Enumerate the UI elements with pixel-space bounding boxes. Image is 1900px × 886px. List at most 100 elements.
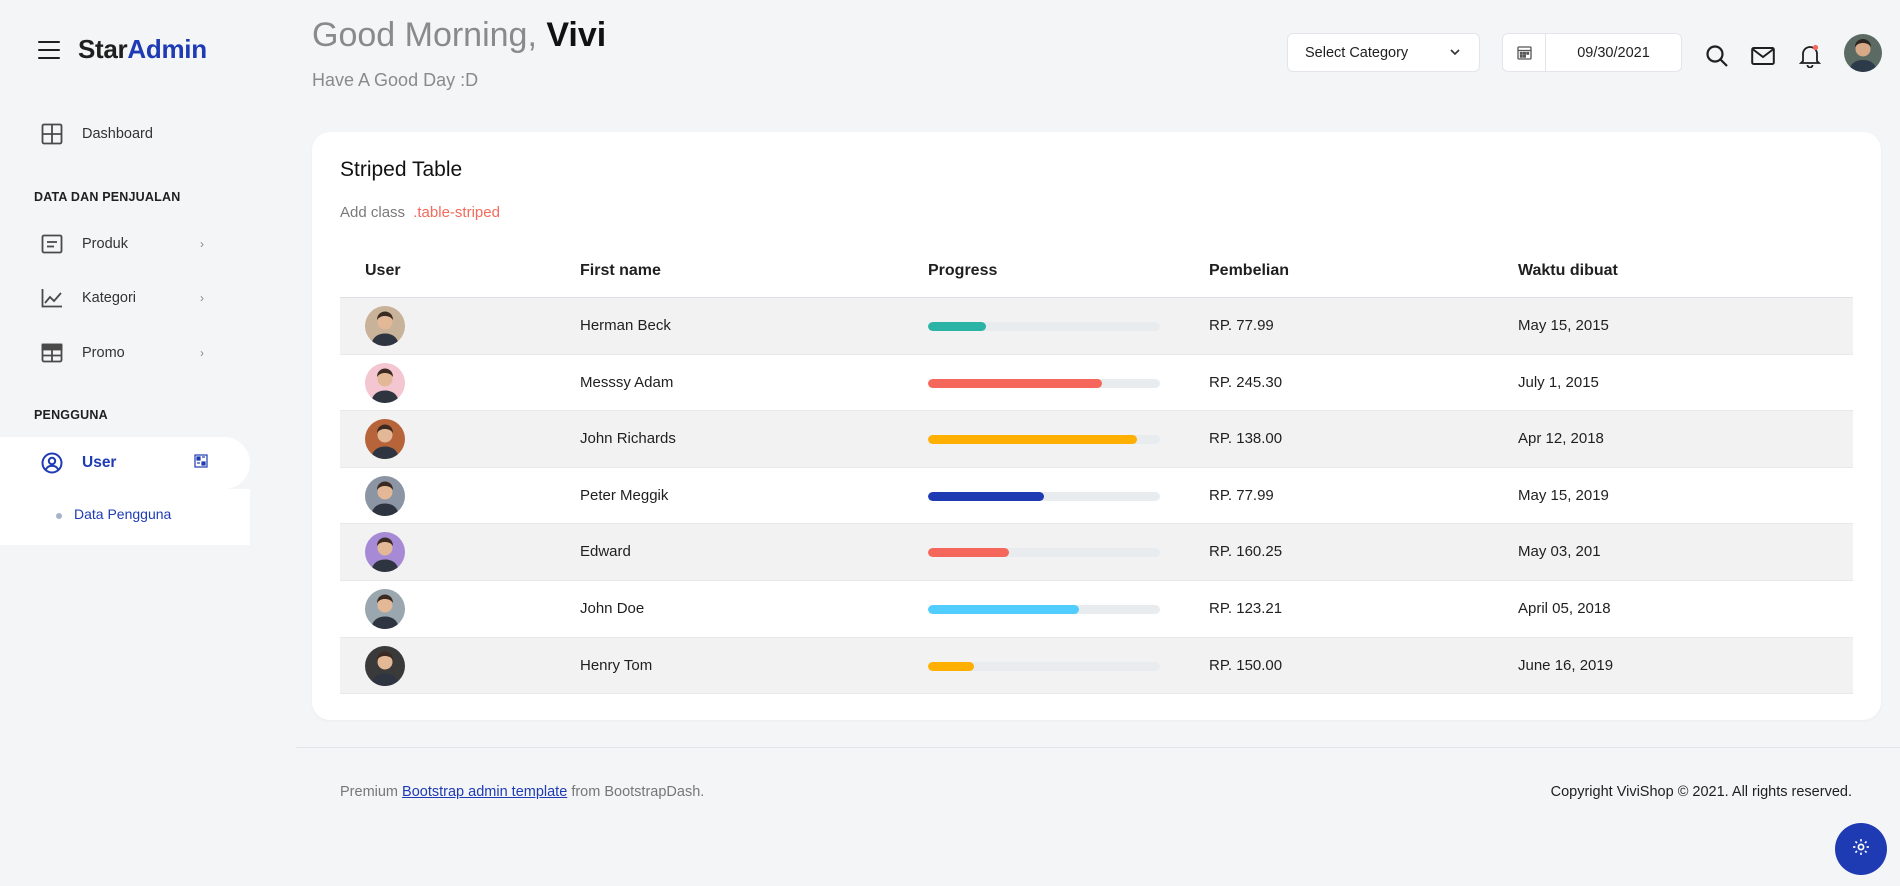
- striped-table-card: Striped Table Add class .table-striped U…: [312, 132, 1881, 720]
- date-picker[interactable]: [1502, 33, 1682, 72]
- header-user: User: [365, 262, 401, 279]
- user-circle-icon: [40, 451, 64, 475]
- header-pembelian: Pembelian: [1209, 262, 1290, 279]
- table-row: Peter Meggik RP. 77.99 May 15, 2019: [340, 468, 1853, 525]
- submenu-item-data-pengguna[interactable]: Data Pengguna: [74, 506, 171, 522]
- chart-line-icon: [40, 286, 64, 310]
- footer-divider: [296, 747, 1900, 748]
- header-progress: Progress: [928, 262, 998, 279]
- table-body: Herman Beck RP. 77.99 May 15, 2015 Messsy A…: [340, 298, 1853, 695]
- calendar-icon[interactable]: [1503, 34, 1546, 71]
- cell-pembelian: RP. 77.99: [1209, 486, 1274, 504]
- progress-bar: [928, 435, 1160, 445]
- footer-prefix: Premium: [340, 784, 399, 800]
- brand-part1: Star: [78, 34, 128, 64]
- category-select-value: Select Category: [1305, 44, 1409, 61]
- progress-fill: [928, 604, 1079, 614]
- avatar: [365, 532, 405, 573]
- cell-first-name: John Richards: [580, 430, 676, 448]
- progress-fill: [928, 491, 1044, 501]
- progress-bar: [928, 491, 1160, 501]
- progress-bar: [928, 604, 1160, 614]
- sidebar-item-user[interactable]: User: [0, 437, 250, 489]
- avatar: [365, 306, 405, 346]
- table-icon: [40, 341, 64, 365]
- hamburger-menu-icon[interactable]: [38, 40, 60, 59]
- footer-copyright: Copyright ViviShop © 2021. All rights re…: [1550, 784, 1852, 800]
- sidebar-item-kategori[interactable]: Kategori ›: [0, 275, 250, 321]
- section-title-data: DATA DAN PENJUALAN: [34, 190, 181, 204]
- cell-waktu-dibuat: June 16, 2019: [1518, 656, 1614, 674]
- list-icon: [40, 232, 64, 256]
- brand-row: StarAdmin: [38, 34, 207, 65]
- avatar: [365, 475, 405, 516]
- footer-credit: Premium Bootstrap admin template from Bo…: [340, 784, 704, 800]
- sidebar-item-produk[interactable]: Produk ›: [0, 221, 250, 267]
- sidebar-item-label: Produk: [82, 236, 128, 252]
- gear-icon: [1852, 838, 1870, 861]
- section-title-pengguna: PENGGUNA: [34, 408, 108, 422]
- category-select[interactable]: Select Category: [1287, 33, 1480, 72]
- card-desc-prefix: Add class: [340, 204, 406, 221]
- progress-fill: [928, 435, 1137, 445]
- bullet-dot: [56, 513, 62, 519]
- footer-suffix: from BootstrapDash.: [571, 784, 705, 800]
- card-description: Add class .table-striped: [340, 204, 500, 221]
- cell-waktu-dibuat: May 15, 2015: [1518, 317, 1609, 334]
- brand-logo[interactable]: StarAdmin: [78, 34, 207, 65]
- avatar: [365, 645, 405, 686]
- progress-fill: [928, 322, 986, 331]
- settings-button[interactable]: [1835, 823, 1887, 875]
- cell-pembelian: RP. 150.00: [1209, 656, 1283, 674]
- sidebar-item-dashboard[interactable]: Dashboard: [0, 111, 250, 157]
- cell-pembelian: RP. 138.00: [1209, 430, 1283, 448]
- sidebar-item-label: Promo: [82, 345, 125, 361]
- cell-pembelian: RP. 245.30: [1209, 373, 1283, 391]
- bell-icon[interactable]: [1796, 42, 1824, 70]
- cell-waktu-dibuat: May 03, 201: [1518, 543, 1601, 561]
- cell-waktu-dibuat: Apr 12, 2018: [1518, 430, 1604, 448]
- card-title: Striped Table: [340, 158, 463, 181]
- progress-bar: [928, 548, 1160, 558]
- progress-fill: [928, 661, 975, 671]
- cell-pembelian: RP. 160.25: [1209, 543, 1283, 561]
- cell-first-name: Peter Meggik: [580, 486, 669, 504]
- cell-waktu-dibuat: April 05, 2018: [1518, 599, 1611, 617]
- cell-first-name: John Doe: [580, 599, 645, 617]
- chevron-down-icon: [1449, 46, 1461, 62]
- table-row: Henry Tom RP. 150.00 June 16, 2019: [340, 637, 1853, 695]
- header-first-name: First name: [580, 262, 661, 279]
- avatar: [365, 588, 405, 629]
- grid-icon: [40, 122, 64, 146]
- footer-template-link[interactable]: Bootstrap admin template: [402, 784, 567, 800]
- greeting-subtitle: Have A Good Day :D: [312, 70, 479, 90]
- mail-icon[interactable]: [1749, 42, 1777, 70]
- table-row: Edward RP. 160.25 May 03, 201: [340, 524, 1853, 581]
- progress-bar: [928, 378, 1160, 388]
- submenu-user: Data Pengguna: [0, 489, 250, 545]
- sidebar-item-label: Kategori: [82, 290, 137, 306]
- progress-bar: [928, 661, 1160, 671]
- chevron-right-icon: ›: [200, 291, 204, 305]
- header-waktu-dibuat: Waktu dibuat: [1518, 262, 1618, 279]
- date-input[interactable]: [1546, 44, 1681, 61]
- cell-first-name: Edward: [580, 543, 631, 561]
- search-icon[interactable]: [1703, 42, 1731, 70]
- avatar: [365, 419, 405, 460]
- qr-icon: [194, 453, 208, 473]
- data-table: User First name Progress Pembelian Waktu…: [340, 242, 1853, 695]
- sidebar-item-promo[interactable]: Promo ›: [0, 330, 250, 376]
- sidebar-item-label: Dashboard: [82, 126, 153, 142]
- chevron-right-icon: ›: [200, 346, 204, 360]
- avatar: [365, 362, 405, 403]
- cell-pembelian: RP. 123.21: [1209, 599, 1283, 617]
- table-header: User First name Progress Pembelian Waktu…: [340, 242, 1853, 298]
- progress-fill: [928, 548, 1010, 558]
- cell-first-name: Messsy Adam: [580, 373, 674, 391]
- cell-first-name: Henry Tom: [580, 656, 653, 674]
- table-row: John Richards RP. 138.00 Apr 12, 2018: [340, 411, 1853, 468]
- table-row: Messsy Adam RP. 245.30 July 1, 2015: [340, 355, 1853, 412]
- user-avatar[interactable]: [1844, 34, 1882, 72]
- card-desc-code: .table-striped: [413, 204, 500, 221]
- cell-waktu-dibuat: July 1, 2015: [1518, 373, 1599, 391]
